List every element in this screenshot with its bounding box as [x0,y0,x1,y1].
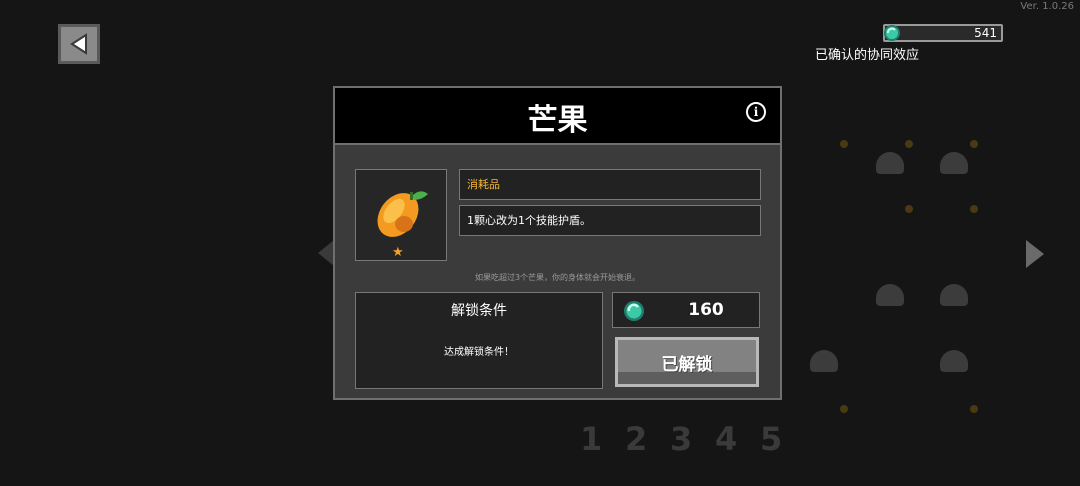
slot-dot [905,140,913,148]
unlock-condition-title: 解锁条件 [451,303,507,319]
page-number[interactable]: 5 [760,420,782,458]
page-number[interactable]: 3 [670,420,692,458]
unlocked-button-label: 已解锁 [661,355,713,375]
gem-count: 541 [974,26,997,40]
slot-dot [970,405,978,413]
gem-counter: 541 [883,24,1003,42]
gem-icon [624,301,644,321]
slot-dot [905,205,913,213]
price-box: 160 [612,292,760,328]
item-title: 芒果 [527,103,588,138]
unlock-condition-text: 达成解锁条件！ [444,347,514,358]
locked-item-slot [810,350,838,372]
gem-icon [884,25,900,41]
synergy-label[interactable]: 已确认的协同效应 [815,44,919,63]
locked-item-slot [940,284,968,306]
slot-dot [970,205,978,213]
info-icon[interactable]: i [746,102,766,122]
locked-item-slot [876,152,904,174]
flavor-text: 如果吃超过3个芒果，你的身体就会开始衰退。 [474,273,641,282]
page-number[interactable]: 2 [625,420,647,458]
next-page-arrow[interactable] [1026,240,1044,268]
page-number[interactable]: 1 [580,420,602,458]
back-arrow-icon [70,33,87,55]
version-label: Ver. 1.0.26 [1020,1,1074,12]
locked-item-slot [876,284,904,306]
unlock-condition-panel: 解锁条件 达成解锁条件！ [355,292,603,389]
slot-dot [840,405,848,413]
star-icon: ★ [392,245,404,260]
previous-page-arrow[interactable] [318,240,334,266]
unlocked-button[interactable]: 已解锁 [615,337,759,387]
mango-icon [377,191,428,237]
slot-dot [970,140,978,148]
page-number[interactable]: 4 [715,420,737,458]
item-detail-modal: 芒果 i ★ 消耗品 1颗心改为1个技能护盾。 如果吃超过3个芒果，你的身体就会… [333,86,782,400]
item-icon-frame: ★ [355,169,447,261]
item-description: 1颗心改为1个技能护盾。 [459,205,761,236]
item-category: 消耗品 [459,169,761,200]
slot-dot [840,140,848,148]
back-button[interactable] [58,24,100,64]
price-value: 160 [688,300,724,320]
modal-header: 芒果 i [335,88,780,145]
locked-item-slot [940,350,968,372]
locked-item-slot [940,152,968,174]
